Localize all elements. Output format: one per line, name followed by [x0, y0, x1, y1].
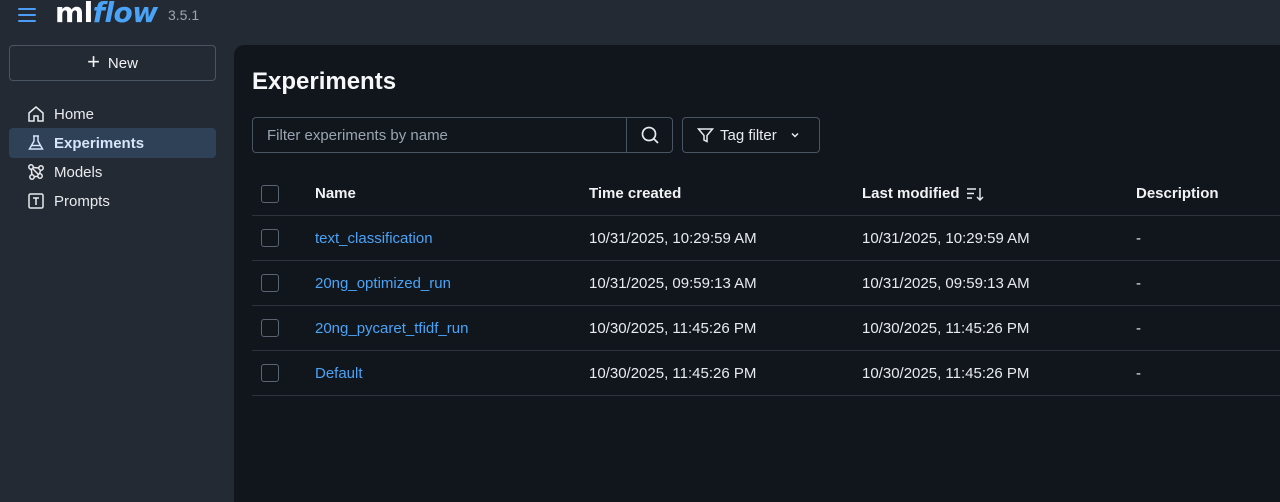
description-cell: -	[1136, 364, 1141, 382]
sidebar-item-label: Prompts	[54, 192, 110, 210]
last-modified-cell: 10/31/2025, 10:29:59 AM	[862, 229, 1030, 247]
version-label: 3.5.1	[168, 7, 200, 23]
sidebar-item-home[interactable]: Home	[9, 99, 216, 129]
table-row: 20ng_optimized_run 10/31/2025, 09:59:13 …	[252, 261, 1280, 306]
time-created-cell: 10/30/2025, 11:45:26 PM	[589, 364, 757, 382]
mlflow-logo[interactable]: mlflow	[55, 0, 158, 36]
row-checkbox[interactable]	[261, 274, 279, 292]
page-title: Experiments	[252, 68, 397, 95]
sidebar-item-prompts[interactable]: Prompts	[9, 186, 216, 216]
hamburger-menu-icon[interactable]	[18, 6, 38, 22]
prompt-icon	[28, 193, 44, 209]
column-header-name[interactable]: Name	[315, 172, 356, 215]
row-checkbox[interactable]	[261, 229, 279, 247]
time-created-cell: 10/30/2025, 11:45:26 PM	[589, 319, 757, 337]
search-input[interactable]	[253, 118, 626, 152]
description-cell: -	[1136, 319, 1141, 337]
experiment-name-link[interactable]: 20ng_pycaret_tfidf_run	[315, 306, 468, 350]
search-box	[252, 117, 673, 153]
column-header-label: Last modified	[862, 185, 960, 202]
tag-filter-button[interactable]: Tag filter	[682, 117, 820, 153]
search-icon	[641, 126, 659, 144]
column-header-time-created[interactable]: Time created	[589, 172, 681, 215]
experiment-name-link[interactable]: Default	[315, 351, 363, 395]
top-bar: mlflow 3.5.1	[0, 0, 1280, 34]
select-all-checkbox[interactable]	[261, 184, 279, 203]
new-button-label: New	[107, 54, 138, 72]
table-row: Default 10/30/2025, 11:45:26 PM 10/30/20…	[252, 351, 1280, 396]
tag-filter-label: Tag filter	[720, 126, 777, 144]
table-row: text_classification 10/31/2025, 10:29:59…	[252, 216, 1280, 261]
new-button[interactable]: + New	[9, 45, 216, 81]
sidebar-item-experiments[interactable]: Experiments	[9, 128, 216, 158]
table-header-row: Name Time created Last modified Descript…	[252, 172, 1280, 216]
home-icon	[28, 106, 44, 122]
last-modified-cell: 10/30/2025, 11:45:26 PM	[862, 319, 1030, 337]
sidebar: + New Home Experiments Models Prompts	[0, 34, 232, 502]
time-created-cell: 10/31/2025, 10:29:59 AM	[589, 229, 757, 247]
description-cell: -	[1136, 274, 1141, 292]
sidebar-item-label: Home	[54, 105, 95, 123]
experiments-table: Name Time created Last modified Descript…	[252, 172, 1280, 396]
sidebar-item-models[interactable]: Models	[9, 157, 216, 187]
sidebar-item-label: Models	[54, 163, 103, 181]
last-modified-cell: 10/30/2025, 11:45:26 PM	[862, 364, 1030, 382]
column-header-last-modified[interactable]: Last modified	[862, 172, 984, 215]
last-modified-cell: 10/31/2025, 09:59:13 AM	[862, 274, 1030, 292]
experiment-name-link[interactable]: text_classification	[315, 216, 433, 260]
experiment-name-link[interactable]: 20ng_optimized_run	[315, 261, 451, 305]
column-header-description: Description	[1136, 185, 1219, 202]
description-cell: -	[1136, 229, 1141, 247]
row-checkbox[interactable]	[261, 364, 279, 382]
flask-icon	[28, 135, 44, 150]
search-button[interactable]	[626, 118, 672, 152]
sort-descending-icon[interactable]	[966, 186, 984, 202]
table-row: 20ng_pycaret_tfidf_run 10/30/2025, 11:45…	[252, 306, 1280, 351]
row-checkbox[interactable]	[261, 319, 279, 337]
time-created-cell: 10/31/2025, 09:59:13 AM	[589, 274, 757, 292]
main-panel: Experiments Tag filter Name Time created…	[234, 45, 1280, 502]
sidebar-item-label: Experiments	[54, 134, 145, 152]
chevron-down-icon	[791, 132, 799, 138]
filter-icon	[697, 127, 714, 143]
models-icon	[28, 164, 44, 180]
plus-icon: +	[87, 49, 100, 74]
